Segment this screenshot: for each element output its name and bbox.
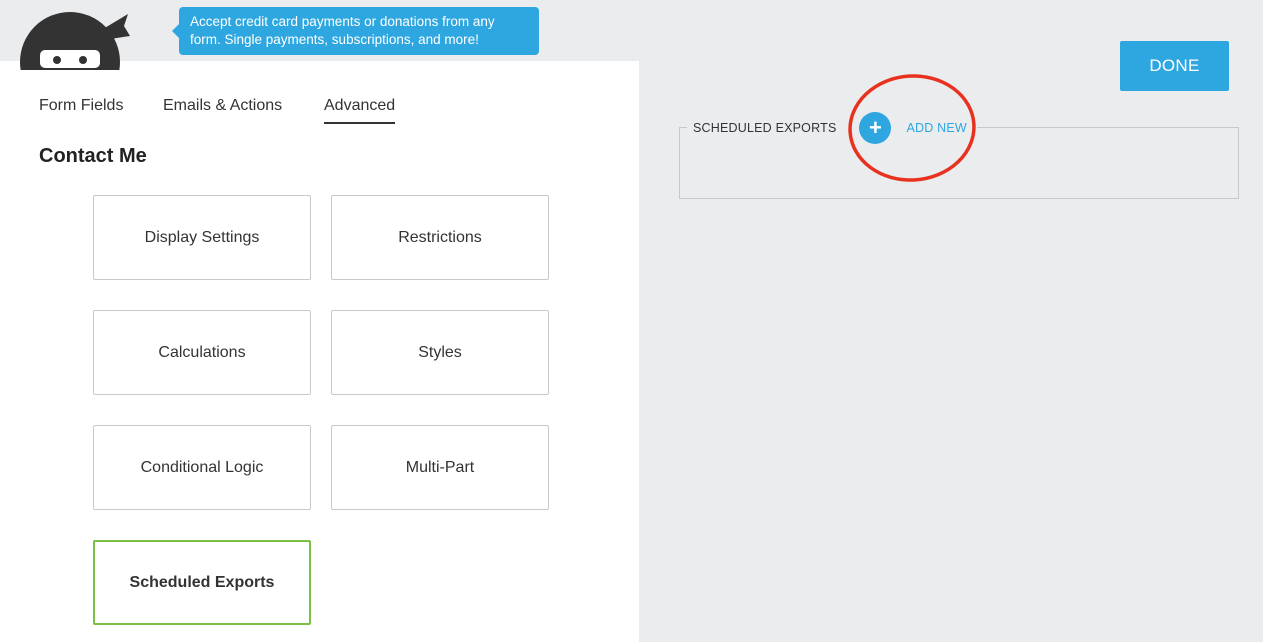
card-label: Styles bbox=[418, 343, 462, 361]
card-display-settings[interactable]: Display Settings bbox=[93, 195, 311, 280]
highlight-ring bbox=[848, 74, 976, 182]
card-restrictions[interactable]: Restrictions bbox=[331, 195, 549, 280]
payment-tooltip: Accept credit card payments or donations… bbox=[172, 7, 539, 55]
tab-emails-actions[interactable]: Emails & Actions bbox=[163, 97, 282, 122]
page-title: Contact Me bbox=[39, 145, 147, 167]
card-multi-part[interactable]: Multi-Part bbox=[331, 425, 549, 510]
card-styles[interactable]: Styles bbox=[331, 310, 549, 395]
card-calculations[interactable]: Calculations bbox=[93, 310, 311, 395]
card-label: Conditional Logic bbox=[140, 458, 264, 476]
card-label: Calculations bbox=[158, 343, 246, 361]
scheduled-exports-label: SCHEDULED EXPORTS bbox=[693, 121, 837, 135]
card-label: Display Settings bbox=[144, 228, 260, 246]
card-conditional-logic[interactable]: Conditional Logic bbox=[93, 425, 311, 510]
card-label: Scheduled Exports bbox=[129, 573, 275, 591]
done-button[interactable]: DONE bbox=[1120, 41, 1229, 91]
tab-advanced[interactable]: Advanced bbox=[324, 97, 396, 124]
card-label: Restrictions bbox=[398, 228, 482, 246]
card-scheduled-exports[interactable]: Scheduled Exports bbox=[93, 540, 311, 625]
ninja-logo-icon bbox=[20, 10, 130, 112]
card-label: Multi-Part bbox=[405, 458, 475, 476]
tab-form-fields[interactable]: Form Fields bbox=[39, 97, 123, 122]
